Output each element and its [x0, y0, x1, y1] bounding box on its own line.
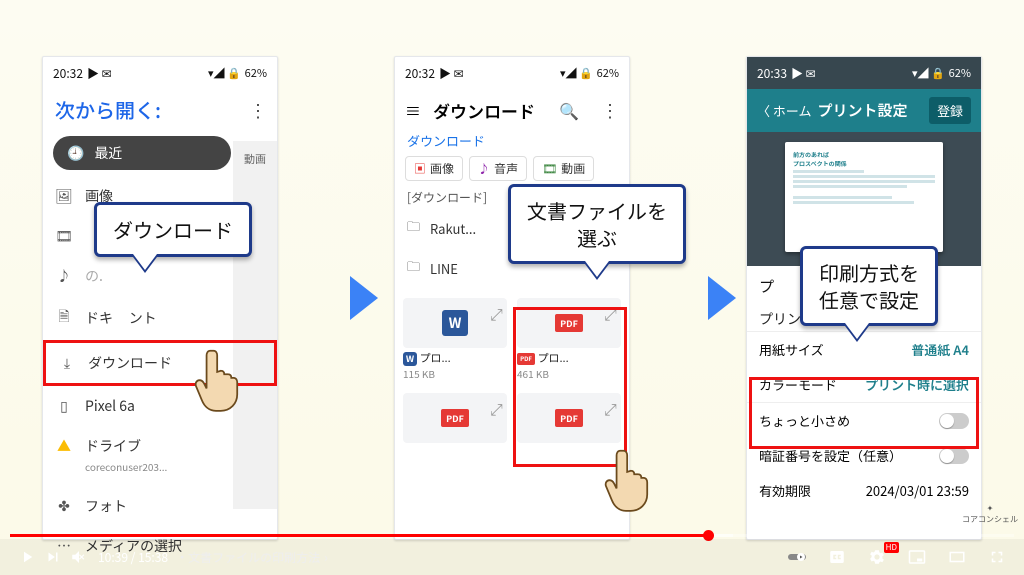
photos-icon: ✤	[55, 496, 73, 516]
clock: 20:33	[757, 65, 787, 82]
pointing-hand-icon	[602, 446, 650, 512]
audio-icon: ♪	[55, 266, 73, 286]
file-tile[interactable]: ⤢ PDF	[513, 387, 625, 451]
status-bar: 20:32 ▶ ✉ ▾◢ 🔒 62%	[43, 57, 277, 89]
downloads-title: ダウンロード	[433, 98, 535, 123]
fullscreen-button[interactable]	[984, 548, 1010, 566]
pdf-icon: PDF	[555, 409, 583, 427]
callout-select-file: 文書ファイルを選ぶ	[508, 184, 686, 264]
word-icon: W	[442, 310, 468, 336]
file-tile[interactable]: ⤢ PDF	[399, 387, 511, 451]
color-mode-row[interactable]: カラーモードプリント時に選択	[747, 367, 981, 403]
chevron-right-icon: ›	[324, 549, 328, 566]
filter-video[interactable]: 🎞動画	[533, 156, 594, 181]
folder-icon: 🗀	[407, 256, 420, 280]
pdf-icon: PDF	[555, 314, 583, 332]
video-icon: 🎞	[55, 226, 73, 246]
file-grid: ⤢W W プロ... 115 KB ⤢PDF PDF プロ... 461 KB …	[395, 288, 629, 455]
file-tile[interactable]: ⤢W W プロ... 115 KB	[399, 292, 511, 385]
status-icons: ▾◢ 🔒 62%	[912, 65, 971, 81]
expand-icon: ⤢	[604, 301, 618, 315]
mute-button[interactable]	[66, 548, 92, 566]
arrow-right-icon	[708, 276, 736, 320]
status-icons: ▾◢ 🔒 62%	[208, 65, 267, 81]
filter-audio[interactable]: ♪音声	[469, 156, 527, 181]
theater-button[interactable]	[944, 548, 970, 566]
list-item[interactable]: ▯Pixel 6a	[43, 386, 277, 426]
callout-print-settings: 印刷方式を任意で設定	[800, 246, 938, 326]
list-item[interactable]: ✤フォト	[43, 486, 277, 526]
drive-icon: ▲	[55, 436, 73, 456]
download-item[interactable]: ⤓ダウンロード	[43, 340, 277, 386]
more-icon[interactable]: ⋮	[601, 97, 619, 123]
captions-button[interactable]	[824, 548, 850, 566]
recent-chip[interactable]: 🕘最近	[53, 136, 231, 170]
folder-icon: 🗀	[407, 216, 420, 240]
filter-images[interactable]: ▣画像	[405, 156, 463, 181]
toggle-icon	[939, 448, 969, 464]
status-bar: 20:32 ▶ ✉ ▾◢ 🔒 62%	[395, 57, 629, 89]
status-bar: 20:33 ▶ ✉ ▾◢ 🔒 62%	[747, 57, 981, 89]
phone-screenshot-2: 20:32 ▶ ✉ ▾◢ 🔒 62% ≡ ダウンロード 🔍 ⋮ ダウンロード ▣…	[394, 56, 630, 540]
register-button[interactable]: 登録	[929, 97, 971, 124]
list-item[interactable]: 🗎ドキ ント	[43, 296, 277, 340]
settings-button[interactable]: HD	[864, 548, 890, 566]
play-button[interactable]	[14, 548, 40, 566]
list-item[interactable]: ♪の.	[43, 256, 277, 296]
toggle-icon	[939, 413, 969, 429]
player-controls: 10:39 / 15:38 ・文書ファイルの印刷方法› HD	[0, 539, 1024, 575]
doc-icon: 🗎	[55, 306, 73, 330]
autoplay-toggle[interactable]	[784, 548, 810, 566]
video-frame: 20:32 ▶ ✉ ▾◢ 🔒 62% 次から開く: ⋮ 動画 🕘最近 🖼画像 🎞…	[0, 0, 1024, 575]
more-icon[interactable]: ⋮	[249, 97, 267, 123]
download-icon: ⤓	[58, 353, 76, 373]
pointing-hand-icon	[192, 346, 240, 412]
expand-icon: ⤢	[604, 396, 618, 410]
breadcrumb: ダウンロード	[395, 131, 629, 156]
expand-icon: ⤢	[490, 396, 504, 410]
filter-tabs: ▣画像 ♪音声 🎞動画	[395, 156, 629, 187]
clock-icon: 🕘	[67, 143, 84, 163]
screen-title: プリント設定	[818, 100, 929, 121]
miniplayer-button[interactable]	[904, 548, 930, 566]
image-icon: 🖼	[55, 186, 73, 206]
progress-fill	[10, 534, 708, 537]
expand-icon: ⤢	[490, 301, 504, 315]
tutorial-canvas: 20:32 ▶ ✉ ▾◢ 🔒 62% 次から開く: ⋮ 動画 🕘最近 🖼画像 🎞…	[42, 56, 982, 528]
app-bar: 〈 ホーム プリント設定 登録	[747, 89, 981, 132]
shrink-toggle[interactable]: ちょっと小さめ	[747, 403, 981, 438]
arrow-right-icon	[350, 276, 378, 320]
expiry-row: 有効期限2024/03/01 23:59	[747, 473, 981, 510]
callout-download: ダウンロード	[94, 202, 252, 257]
progress-bar[interactable]	[10, 534, 1014, 537]
status-icons: ▾◢ 🔒 62%	[560, 65, 619, 81]
clock: 20:32	[53, 65, 83, 82]
file-tile[interactable]: ⤢PDF PDF プロ... 461 KB	[513, 292, 625, 385]
clock: 20:32	[405, 65, 435, 82]
pdf-icon: PDF	[441, 409, 469, 427]
phone-screenshot-1: 20:32 ▶ ✉ ▾◢ 🔒 62% 次から開く: ⋮ 動画 🕘最近 🖼画像 🎞…	[42, 56, 278, 540]
pin-toggle[interactable]: 暗証番号を設定（任意）	[747, 438, 981, 473]
next-button[interactable]	[40, 548, 66, 566]
search-icon[interactable]: 🔍	[559, 98, 579, 122]
brand-watermark: ✦コアコンシェル	[962, 503, 1018, 525]
open-from-title: 次から開く:	[55, 95, 161, 124]
chapter-button[interactable]: ・文書ファイルの印刷方法›	[176, 549, 328, 566]
hamburger-icon[interactable]: ≡	[405, 98, 421, 122]
phone-icon: ▯	[55, 396, 73, 416]
hd-badge: HD	[884, 542, 899, 553]
list-item[interactable]: ▲ドライブcoreconuser203...	[43, 426, 277, 486]
time-display: 10:39 / 15:38	[98, 549, 168, 566]
back-button[interactable]: 〈 ホーム	[757, 101, 812, 120]
